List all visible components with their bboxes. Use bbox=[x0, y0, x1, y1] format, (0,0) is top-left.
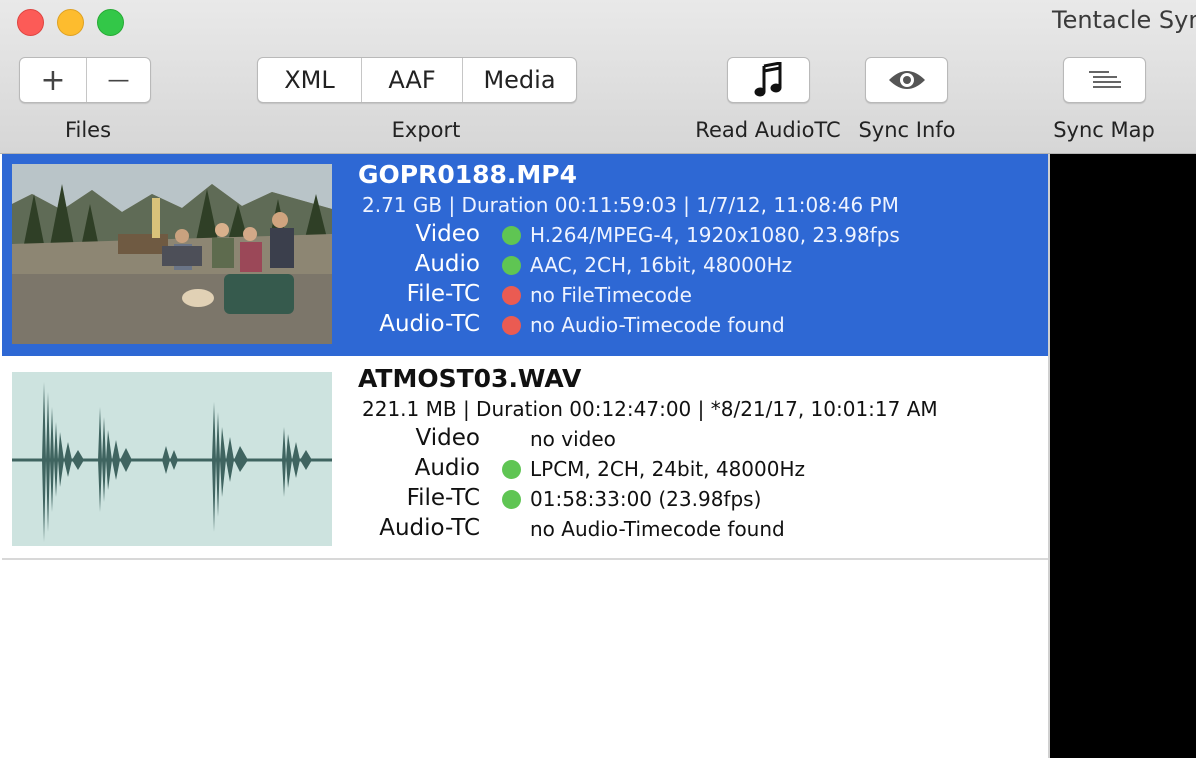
add-file-button[interactable]: + bbox=[20, 58, 86, 102]
file-row-gopr0188[interactable]: GOPR0188.MP4 2.71 GB | Duration 00:11:59… bbox=[2, 154, 1048, 356]
audiotc-info: no Audio-Timecode found bbox=[530, 517, 785, 541]
list-lines-icon bbox=[1088, 71, 1121, 88]
video-label: Video bbox=[415, 425, 480, 451]
filetc-info: 01:58:33:00 (23.98fps) bbox=[530, 487, 762, 511]
minus-icon: — bbox=[107, 67, 130, 93]
files-label: Files bbox=[64, 118, 112, 142]
file-meta: 2.71 GB | Duration 00:11:59:03 | 1/7/12,… bbox=[362, 193, 899, 217]
export-segmented-control: XML AAF Media bbox=[257, 57, 577, 103]
video-info: H.264/MPEG-4, 1920x1080, 23.98fps bbox=[530, 223, 900, 247]
status-dot-missing bbox=[502, 316, 521, 335]
file-meta: 221.1 MB | Duration 00:12:47:00 | *8/21/… bbox=[362, 397, 938, 421]
audio-info: LPCM, 2CH, 24bit, 48000Hz bbox=[530, 457, 805, 481]
audiotc-info: no Audio-Timecode found bbox=[530, 313, 785, 337]
plus-icon: + bbox=[40, 62, 66, 98]
video-info: no video bbox=[530, 427, 616, 451]
read-audiotc-label: Read AudioTC bbox=[695, 118, 841, 142]
audiotc-label: Audio-TC bbox=[379, 515, 480, 541]
music-note-icon bbox=[754, 62, 781, 97]
sync-info-button[interactable] bbox=[865, 57, 948, 103]
status-dot-ok bbox=[502, 460, 521, 479]
file-row-atmost03[interactable]: ATMOST03.WAV 221.1 MB | Duration 00:12:4… bbox=[2, 358, 1048, 560]
zoom-window-button[interactable] bbox=[97, 9, 124, 36]
filetc-info: no FileTimecode bbox=[530, 283, 692, 307]
status-dot-ok bbox=[502, 256, 521, 275]
read-audiotc-button[interactable] bbox=[727, 57, 810, 103]
waveform-thumbnail bbox=[12, 372, 332, 546]
file-list: GOPR0188.MP4 2.71 GB | Duration 00:11:59… bbox=[0, 154, 1050, 758]
close-window-button[interactable] bbox=[17, 9, 44, 36]
audiotc-label: Audio-TC bbox=[379, 311, 480, 337]
toolbar: Tentacle Syn + — Files XML AAF Media Exp… bbox=[0, 0, 1196, 154]
filetc-label: File-TC bbox=[406, 485, 480, 511]
status-dot-ok bbox=[502, 226, 521, 245]
status-dot-missing bbox=[502, 286, 521, 305]
eye-icon bbox=[888, 71, 925, 89]
window-title: Tentacle Syn bbox=[1052, 6, 1196, 34]
sync-map-panel bbox=[1050, 154, 1196, 758]
filetc-label: File-TC bbox=[406, 281, 480, 307]
export-label: Export bbox=[391, 118, 461, 142]
export-aaf-button[interactable]: AAF bbox=[361, 58, 462, 102]
app-window: Tentacle Syn + — Files XML AAF Media Exp… bbox=[0, 0, 1196, 758]
minimize-window-button[interactable] bbox=[57, 9, 84, 36]
export-xml-button[interactable]: XML bbox=[258, 58, 361, 102]
sync-map-button[interactable] bbox=[1063, 57, 1146, 103]
video-thumbnail bbox=[12, 164, 332, 344]
audio-label: Audio bbox=[414, 251, 480, 277]
audio-info: AAC, 2CH, 16bit, 48000Hz bbox=[530, 253, 793, 277]
status-dot-ok bbox=[502, 490, 521, 509]
remove-file-button[interactable]: — bbox=[86, 58, 150, 102]
files-segmented-control: + — bbox=[19, 57, 151, 103]
export-media-button[interactable]: Media bbox=[462, 58, 576, 102]
sync-map-label: Sync Map bbox=[1053, 118, 1155, 142]
file-name: GOPR0188.MP4 bbox=[358, 160, 578, 189]
video-label: Video bbox=[415, 221, 480, 247]
sync-info-label: Sync Info bbox=[858, 118, 956, 142]
audio-label: Audio bbox=[414, 455, 480, 481]
file-name: ATMOST03.WAV bbox=[358, 364, 582, 393]
